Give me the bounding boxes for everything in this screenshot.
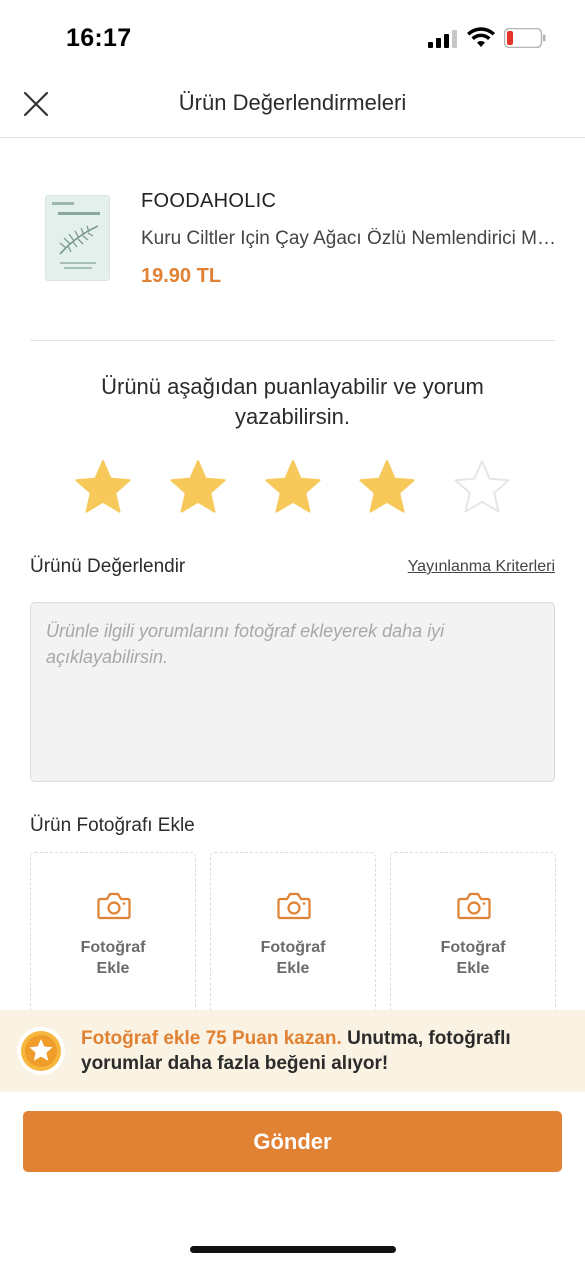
star-icon-2[interactable] xyxy=(167,458,229,518)
face-mask-product-image xyxy=(46,196,109,280)
nav-header: Ürün Değerlendirmeleri xyxy=(0,72,585,138)
promo-banner: Fotoğraf ekle 75 Puan kazan. Unutma, fot… xyxy=(0,1010,585,1092)
cellular-signal-icon xyxy=(428,30,457,48)
home-indicator xyxy=(190,1246,396,1253)
photo-section-label: Ürün Fotoğrafı Ekle xyxy=(30,815,195,836)
promo-text: Fotoğraf ekle 75 Puan kazan. Unutma, fot… xyxy=(81,1026,561,1076)
camera-icon xyxy=(277,892,311,920)
review-textarea[interactable] xyxy=(30,602,555,782)
add-photo-button-2[interactable]: Fotoğraf Ekle xyxy=(210,852,376,1017)
status-bar: 16:17 xyxy=(0,0,585,72)
product-price: 19.90 TL xyxy=(141,265,222,287)
product-name: Kuru Ciltler Için Çay Ağacı Özlü Nemlend… xyxy=(141,228,556,249)
star-icon-3[interactable] xyxy=(262,458,324,518)
promo-highlight: Fotoğraf ekle 75 Puan kazan. xyxy=(81,1028,342,1049)
add-photo-label: Fotoğraf Ekle xyxy=(260,939,326,977)
page-title: Ürün Değerlendirmeleri xyxy=(178,90,407,115)
star-icon-4[interactable] xyxy=(356,458,418,518)
star-rating xyxy=(72,458,517,520)
submit-button[interactable]: Gönder xyxy=(23,1111,562,1172)
publishing-criteria-link[interactable]: Yayınlanma Kriterleri xyxy=(408,558,555,576)
product-brand: FOODAHOLIC xyxy=(141,190,277,212)
star-badge-icon xyxy=(21,1031,61,1071)
wifi-icon xyxy=(467,27,495,47)
product-image xyxy=(45,195,110,281)
camera-icon xyxy=(97,892,131,920)
product-card: FOODAHOLIC Kuru Ciltler Için Çay Ağacı Ö… xyxy=(30,176,556,306)
add-photo-label: Fotoğraf Ekle xyxy=(440,939,506,977)
star-icon-1[interactable] xyxy=(72,458,134,518)
divider xyxy=(30,340,555,341)
add-photo-button-1[interactable]: Fotoğraf Ekle xyxy=(30,852,196,1017)
add-photo-button-3[interactable]: Fotoğraf Ekle xyxy=(390,852,556,1017)
rating-prompt: Ürünü aşağıdan puanlayabilir ve yorum ya… xyxy=(101,374,484,429)
review-label: Ürünü Değerlendir xyxy=(30,556,186,577)
battery-low-icon xyxy=(504,28,546,48)
camera-icon xyxy=(457,892,491,920)
points-badge xyxy=(17,1027,65,1075)
star-icon-5[interactable] xyxy=(451,458,513,518)
status-time: 16:17 xyxy=(66,24,132,52)
add-photo-label: Fotoğraf Ekle xyxy=(80,939,146,977)
